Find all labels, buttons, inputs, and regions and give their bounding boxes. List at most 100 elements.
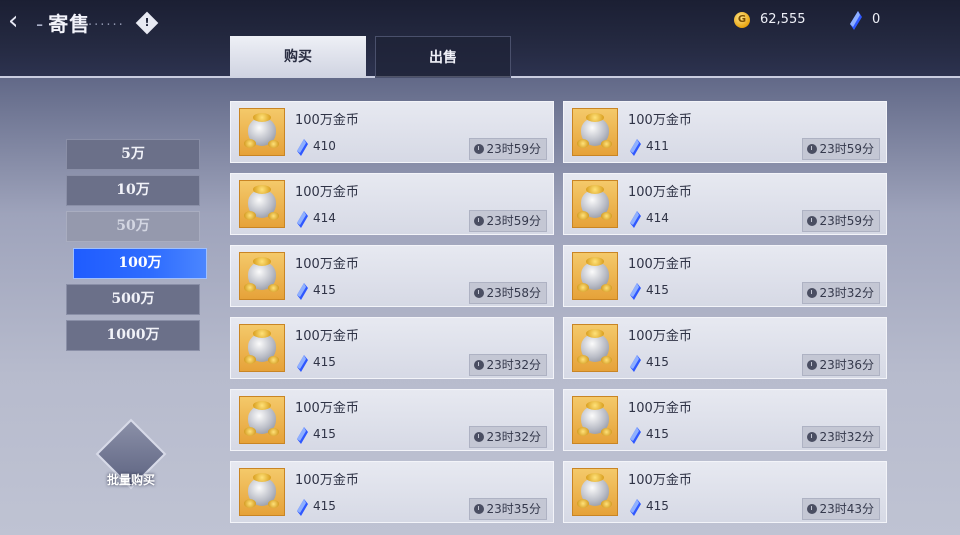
listing-card[interactable]: 100万金币 415 23时43分 <box>563 461 887 523</box>
bulk-buy-button[interactable]: 批量购买 <box>95 418 167 495</box>
gem-price-icon <box>630 211 641 228</box>
gem-price-icon <box>297 355 308 372</box>
clock-icon <box>807 288 818 298</box>
gold-bag-icon <box>239 252 285 300</box>
listing-card[interactable]: 100万金币 415 23时32分 <box>230 389 554 451</box>
clock-icon <box>807 216 818 226</box>
time-remaining-text: 23时36分 <box>819 358 874 372</box>
gem-price-icon <box>630 139 641 156</box>
time-remaining-text: 23时43分 <box>819 502 874 516</box>
time-remaining: 23时32分 <box>469 354 547 376</box>
gold-bag-icon <box>239 396 285 444</box>
gem-price-icon <box>297 499 308 516</box>
back-arrow-icon[interactable]: ‹ <box>8 6 34 36</box>
page-title: - 寄售 <box>36 12 91 36</box>
item-name: 100万金币 <box>295 473 359 488</box>
clock-icon <box>474 144 485 154</box>
listing-card[interactable]: 100万金币 415 23时58分 <box>230 245 554 307</box>
listing-card[interactable]: 100万金币 415 23时36分 <box>563 317 887 379</box>
side-item-1000w[interactable]: 1000万 <box>66 320 200 351</box>
gold-bag-icon <box>572 468 618 516</box>
listing-card[interactable]: 100万金币 415 23时32分 <box>563 389 887 451</box>
gem-price-icon <box>297 139 308 156</box>
clock-icon <box>474 504 485 514</box>
side-item-100w[interactable]: 100万 <box>73 248 207 279</box>
item-name: 100万金币 <box>295 185 359 200</box>
time-remaining: 23时59分 <box>469 210 547 232</box>
info-icon[interactable]: ! <box>135 11 159 35</box>
gold-bag-icon <box>239 324 285 372</box>
time-remaining: 23时36分 <box>802 354 880 376</box>
side-item-5w[interactable]: 5万 <box>66 139 200 170</box>
title-decoration: ...... <box>88 14 125 29</box>
time-remaining-text: 23时59分 <box>486 142 541 156</box>
item-name: 100万金币 <box>628 185 692 200</box>
item-price: 415 <box>646 283 669 297</box>
item-price: 415 <box>313 427 336 441</box>
gem-price-icon <box>630 499 641 516</box>
time-remaining: 23时35分 <box>469 498 547 520</box>
item-name: 100万金币 <box>295 401 359 416</box>
gem-price-icon <box>297 211 308 228</box>
item-price: 415 <box>646 499 669 513</box>
page-title-text: 寄售 <box>48 12 91 36</box>
clock-icon <box>807 360 818 370</box>
gold-bag-icon <box>239 468 285 516</box>
gold-bag-icon <box>572 252 618 300</box>
item-price: 415 <box>313 283 336 297</box>
time-remaining: 23时58分 <box>469 282 547 304</box>
gem-price-icon <box>630 355 641 372</box>
clock-icon <box>474 432 485 442</box>
tab-sell[interactable]: 出售 <box>375 36 511 78</box>
listing-card[interactable]: 100万金币 415 23时35分 <box>230 461 554 523</box>
item-name: 100万金币 <box>295 113 359 128</box>
time-remaining: 23时32分 <box>802 282 880 304</box>
item-price: 415 <box>646 427 669 441</box>
time-remaining-text: 23时32分 <box>819 286 874 300</box>
gold-bag-icon <box>572 108 618 156</box>
gold-bag-icon <box>239 180 285 228</box>
gold-coin-icon: G <box>734 12 750 28</box>
clock-icon <box>807 504 818 514</box>
time-remaining: 23时59分 <box>469 138 547 160</box>
item-price: 411 <box>646 139 669 153</box>
gem-amount: 0 <box>872 12 881 27</box>
gold-bag-icon <box>572 180 618 228</box>
time-remaining: 23时32分 <box>469 426 547 448</box>
item-name: 100万金币 <box>295 329 359 344</box>
time-remaining: 23时59分 <box>802 138 880 160</box>
item-price: 414 <box>646 211 669 225</box>
listing-card[interactable]: 100万金币 411 23时59分 <box>563 101 887 163</box>
listing-card[interactable]: 100万金币 415 23时32分 <box>563 245 887 307</box>
gold-bag-icon <box>572 396 618 444</box>
listing-card[interactable]: 100万金币 410 23时59分 <box>230 101 554 163</box>
time-remaining: 23时32分 <box>802 426 880 448</box>
item-name: 100万金币 <box>628 257 692 272</box>
listing-card[interactable]: 100万金币 414 23时59分 <box>563 173 887 235</box>
clock-icon <box>807 432 818 442</box>
item-price: 415 <box>313 355 336 369</box>
time-remaining-text: 23时32分 <box>819 430 874 444</box>
item-price: 415 <box>646 355 669 369</box>
item-name: 100万金币 <box>628 329 692 344</box>
item-name: 100万金币 <box>628 401 692 416</box>
listing-card[interactable]: 100万金币 414 23时59分 <box>230 173 554 235</box>
time-remaining-text: 23时35分 <box>486 502 541 516</box>
clock-icon <box>474 360 485 370</box>
clock-icon <box>807 144 818 154</box>
side-item-10w[interactable]: 10万 <box>66 175 200 206</box>
time-remaining: 23时43分 <box>802 498 880 520</box>
time-remaining-text: 23时59分 <box>819 142 874 156</box>
gold-bag-icon <box>572 324 618 372</box>
item-price: 415 <box>313 499 336 513</box>
time-remaining-text: 23时58分 <box>486 286 541 300</box>
side-item-50w[interactable]: 50万 <box>66 211 200 242</box>
tab-buy[interactable]: 购买 <box>230 36 366 78</box>
gem-price-icon <box>297 283 308 300</box>
gem-price-icon <box>630 283 641 300</box>
clock-icon <box>474 288 485 298</box>
listing-card[interactable]: 100万金币 415 23时32分 <box>230 317 554 379</box>
side-item-500w[interactable]: 500万 <box>66 284 200 315</box>
gold-amount: 62,555 <box>760 12 806 27</box>
item-name: 100万金币 <box>628 473 692 488</box>
